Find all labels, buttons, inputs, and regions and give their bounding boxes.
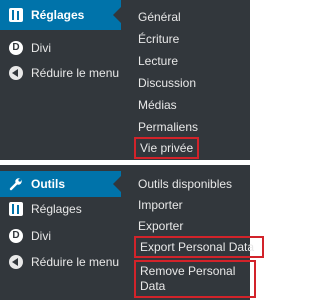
divi-icon: D: [9, 229, 23, 243]
menu-item-reglages[interactable]: Réglages: [0, 0, 121, 30]
settings-sliders-icon: [9, 8, 23, 22]
submenu-item-export-personal-data[interactable]: Export Personal Data: [134, 236, 264, 258]
menu-item-divi[interactable]: D Divi: [0, 38, 121, 58]
submenu-item-exporter[interactable]: Exporter: [138, 219, 183, 233]
menu-item-outils[interactable]: Outils: [0, 171, 121, 197]
menu-item-label: Réglages: [31, 8, 85, 22]
menu-item-label: Outils: [31, 177, 66, 191]
admin-menu-tools-panel: Outils Réglages D Divi Réduire le menu O…: [0, 165, 264, 300]
submenu-item-general[interactable]: Général: [138, 10, 181, 24]
menu-item-label: Divi: [31, 41, 51, 55]
wrench-icon: [9, 177, 23, 191]
submenu-item-permaliens[interactable]: Permaliens: [138, 120, 198, 134]
tools-submenu: Outils disponibles Importer Exporter Exp…: [121, 165, 264, 300]
menu-item-reglages[interactable]: Réglages: [0, 199, 121, 219]
submenu-item-discussion[interactable]: Discussion: [138, 76, 196, 90]
collapse-arrow-icon: [9, 255, 23, 269]
submenu-item-importer[interactable]: Importer: [138, 198, 183, 212]
menu-item-label: Réglages: [31, 202, 82, 216]
admin-menu-settings-panel: Réglages D Divi Réduire le menu Général …: [0, 0, 250, 160]
submenu-item-medias[interactable]: Médias: [138, 98, 177, 112]
menu-item-label: Réduire le menu: [31, 255, 120, 269]
menu-item-collapse[interactable]: Réduire le menu: [0, 63, 121, 83]
menu-item-label: Divi: [31, 229, 51, 243]
submenu-item-lecture[interactable]: Lecture: [138, 54, 178, 68]
submenu-item-ecriture[interactable]: Écriture: [138, 32, 179, 46]
collapse-arrow-icon: [9, 66, 23, 80]
menu-item-label: Réduire le menu: [31, 66, 120, 80]
menu-item-collapse[interactable]: Réduire le menu: [0, 252, 121, 272]
settings-sliders-icon: [9, 202, 23, 216]
active-pointer-arrow: [113, 7, 121, 23]
submenu-item-vie-privee[interactable]: Vie privée: [134, 137, 200, 159]
submenu-item-remove-personal-data[interactable]: Remove Personal Data: [134, 260, 256, 298]
divi-icon: D: [9, 41, 23, 55]
submenu-item-outils-disponibles[interactable]: Outils disponibles: [138, 177, 232, 191]
active-pointer-arrow: [113, 176, 121, 192]
settings-submenu: Général Écriture Lecture Discussion Médi…: [121, 0, 250, 160]
menu-item-divi[interactable]: D Divi: [0, 226, 121, 246]
